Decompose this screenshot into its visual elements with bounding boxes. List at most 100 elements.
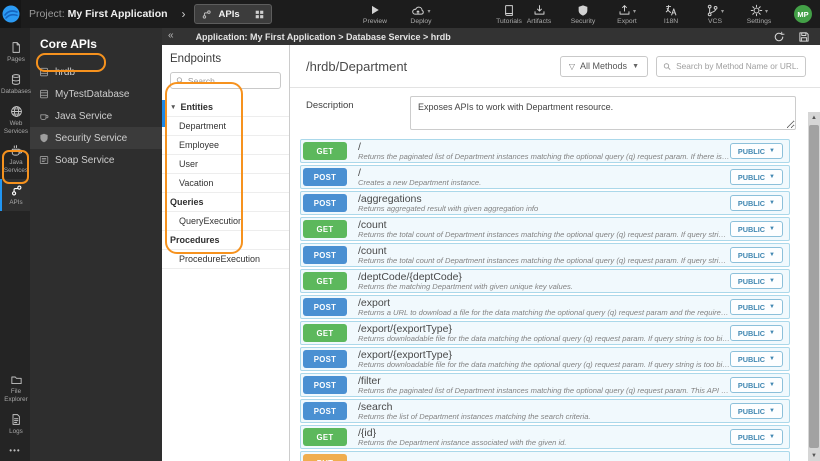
api-endpoint-row[interactable]: PUT ▼ bbox=[300, 451, 790, 461]
endpoint-path: /export/{exportType} bbox=[358, 349, 452, 361]
api-endpoint-row[interactable]: GET /count Returns the total count of De… bbox=[300, 217, 790, 241]
app-logo[interactable] bbox=[0, 0, 22, 28]
method-search[interactable] bbox=[656, 55, 806, 77]
sidebar-item-java-services[interactable]: Java Services bbox=[0, 139, 30, 179]
tree-group-entities[interactable]: ▼ Entities bbox=[162, 98, 289, 117]
tree-item-queryexecution[interactable]: QueryExecution bbox=[162, 212, 289, 231]
access-level-dropdown[interactable]: PUBLIC ▼ bbox=[729, 247, 783, 263]
access-level-dropdown[interactable]: PUBLIC ▼ bbox=[729, 377, 783, 393]
artifacts-button[interactable]: Artifacts bbox=[524, 4, 554, 25]
access-level-dropdown[interactable]: PUBLIC ▼ bbox=[729, 195, 783, 211]
endpoints-search[interactable] bbox=[170, 72, 281, 89]
api-endpoint-row[interactable]: POST /count Returns the total count of D… bbox=[300, 243, 790, 267]
methods-filter-dropdown[interactable]: ▽ All Methods ▼ bbox=[559, 55, 648, 77]
caret-down-icon: ▼ bbox=[769, 304, 775, 310]
access-level-dropdown[interactable]: PUBLIC ▼ bbox=[729, 351, 783, 367]
tree-item-employee[interactable]: Employee bbox=[162, 136, 289, 155]
caret-down-icon: ▼ bbox=[769, 330, 775, 336]
user-avatar[interactable]: MP bbox=[794, 5, 812, 23]
core-apis-panel: Core APIs hrdb MyTestDatabase Java Servi… bbox=[30, 28, 162, 461]
globe-icon bbox=[10, 105, 22, 117]
http-method-badge: GET bbox=[303, 142, 347, 160]
app-window: Project: My First Application › APIs Pre… bbox=[0, 0, 820, 461]
collapse-panel-icon[interactable]: « bbox=[162, 30, 180, 43]
http-method-badge: POST bbox=[303, 402, 347, 420]
sidebar-item-web-services[interactable]: Web Services bbox=[0, 100, 30, 140]
upload-icon bbox=[619, 4, 630, 15]
tree-item-vacation[interactable]: Vacation bbox=[162, 174, 289, 193]
tree-group-procedures[interactable]: Procedures bbox=[162, 231, 289, 250]
endpoint-description: Returns a URL to download a file for the… bbox=[358, 308, 730, 317]
api-endpoint-row[interactable]: POST /filter Returns the paginated list … bbox=[300, 373, 790, 397]
sidebar-item-pages[interactable]: Pages bbox=[0, 36, 30, 68]
endpoint-path: /filter bbox=[358, 375, 381, 387]
refresh-button[interactable] bbox=[773, 31, 785, 43]
grid-icon[interactable] bbox=[254, 9, 265, 20]
i18n-button[interactable]: I18N bbox=[656, 4, 686, 25]
tree-item-user[interactable]: User bbox=[162, 155, 289, 174]
api-endpoint-row[interactable]: GET / Returns the paginated list of Depa… bbox=[300, 139, 790, 163]
sidebar-item-apis[interactable]: APIs bbox=[0, 179, 30, 212]
access-level-dropdown[interactable]: PUBLIC ▼ bbox=[729, 143, 783, 159]
sidebar-item-databases[interactable]: Databases bbox=[0, 68, 31, 100]
access-level-dropdown[interactable]: PUBLIC ▼ bbox=[729, 429, 783, 445]
access-level-dropdown[interactable]: PUBLIC ▼ bbox=[729, 221, 783, 237]
core-apis-title: Core APIs bbox=[40, 37, 97, 51]
endpoint-path: /deptCode/{deptCode} bbox=[358, 271, 462, 283]
translate-icon bbox=[665, 4, 677, 15]
access-level-dropdown[interactable]: PUBLIC ▼ bbox=[729, 299, 783, 315]
core-api-item-java-service[interactable]: Java Service bbox=[30, 105, 162, 127]
api-icon bbox=[201, 9, 212, 20]
http-method-badge: PUT bbox=[303, 454, 347, 461]
core-api-item-mytestdatabase[interactable]: MyTestDatabase bbox=[30, 83, 162, 105]
preview-button[interactable]: Preview bbox=[360, 4, 390, 25]
endpoints-tree: ▼ Entities Department Employee User Vacat… bbox=[162, 98, 289, 269]
endpoint-path: /aggregations bbox=[358, 193, 422, 205]
api-endpoint-row[interactable]: POST / Creates a new Department instance… bbox=[300, 165, 790, 189]
save-button[interactable] bbox=[798, 31, 810, 43]
core-api-item-hrdb[interactable]: hrdb bbox=[30, 61, 162, 83]
api-endpoint-row[interactable]: POST /aggregations Returns aggregated re… bbox=[300, 191, 790, 215]
gear-icon bbox=[750, 4, 763, 16]
access-level-dropdown[interactable]: PUBLIC ▼ bbox=[729, 403, 783, 419]
scroll-up-arrow[interactable]: ▲ bbox=[808, 112, 820, 123]
api-endpoint-row[interactable]: GET /deptCode/{deptCode} Returns the mat… bbox=[300, 269, 790, 293]
vertical-scrollbar[interactable]: ▲ ▼ bbox=[808, 112, 820, 461]
method-search-input[interactable] bbox=[676, 61, 799, 71]
api-endpoint-row[interactable]: POST /export Returns a URL to download a… bbox=[300, 295, 790, 319]
sidebar-item-file-explorer[interactable]: File Explorer bbox=[0, 369, 30, 408]
caret-down-icon: ▼ bbox=[769, 252, 775, 258]
api-endpoint-row[interactable]: POST /export/{exportType} Returns downlo… bbox=[300, 347, 790, 371]
vcs-button[interactable]: ▾ VCS bbox=[700, 4, 730, 25]
description-textarea[interactable]: Exposes APIs to work with Department res… bbox=[410, 96, 796, 130]
tree-group-queries[interactable]: Queries bbox=[162, 193, 289, 212]
scroll-down-arrow[interactable]: ▼ bbox=[808, 450, 820, 461]
more-options-icon[interactable]: ••• bbox=[0, 440, 30, 461]
project-name: Project: My First Application bbox=[29, 8, 168, 20]
api-endpoint-row[interactable]: GET /export/{exportType} Returns downloa… bbox=[300, 321, 790, 345]
tree-item-department[interactable]: Department bbox=[162, 117, 289, 136]
api-endpoint-row[interactable]: GET /{id} Returns the Department instanc… bbox=[300, 425, 790, 449]
core-api-item-soap-service[interactable]: Soap Service bbox=[30, 149, 162, 171]
settings-button[interactable]: ▾ Settings bbox=[744, 4, 774, 25]
api-endpoint-list: GET / Returns the paginated list of Depa… bbox=[300, 139, 790, 461]
tab-apis[interactable]: APIs bbox=[193, 4, 272, 24]
tree-item-procedureexecution[interactable]: ProcedureExecution bbox=[162, 250, 289, 269]
security-button[interactable]: Security bbox=[568, 4, 598, 25]
database-icon bbox=[40, 67, 48, 77]
deploy-button[interactable]: ▾ Deploy bbox=[406, 4, 436, 25]
search-icon bbox=[663, 62, 671, 70]
caret-down-icon: ▾ bbox=[427, 8, 431, 15]
tutorials-button[interactable]: Tutorials bbox=[494, 4, 524, 25]
database-icon bbox=[40, 89, 48, 99]
panel-scroll-indicator[interactable] bbox=[162, 100, 165, 127]
endpoints-search-input[interactable] bbox=[187, 75, 275, 86]
access-level-dropdown[interactable]: PUBLIC ▼ bbox=[729, 273, 783, 289]
access-level-dropdown[interactable]: PUBLIC ▼ bbox=[729, 169, 783, 185]
sidebar-item-logs[interactable]: Logs bbox=[0, 408, 30, 440]
api-endpoint-row[interactable]: POST /search Returns the list of Departm… bbox=[300, 399, 790, 423]
export-button[interactable]: ▾ Export bbox=[612, 4, 642, 25]
access-level-dropdown[interactable]: PUBLIC ▼ bbox=[729, 325, 783, 341]
scrollbar-thumb[interactable] bbox=[809, 125, 819, 448]
core-api-item-security-service[interactable]: Security Service bbox=[30, 127, 162, 149]
